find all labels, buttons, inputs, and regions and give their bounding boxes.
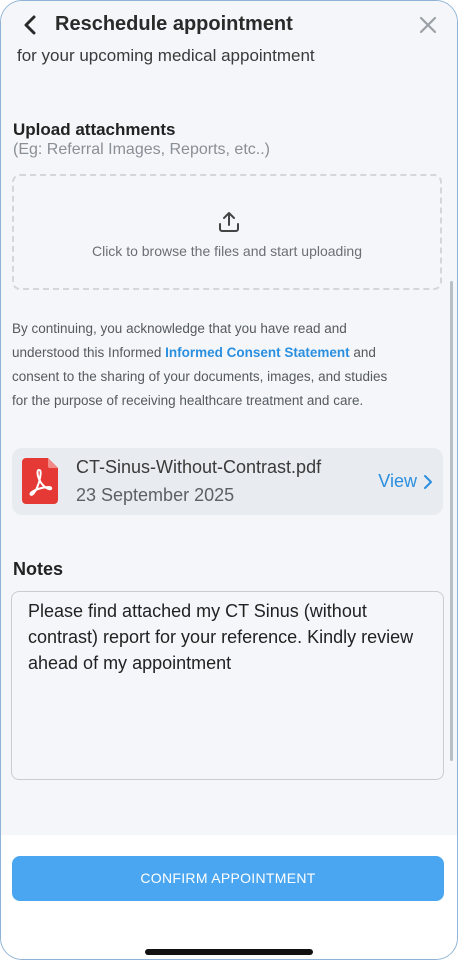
consent-statement-link[interactable]: Informed Consent Statement — [165, 345, 350, 360]
scrollbar[interactable] — [450, 281, 453, 761]
notes-label: Notes — [13, 559, 64, 579]
attachment-date: 23 September 2025 — [76, 485, 235, 505]
chevron-left-icon — [24, 15, 36, 35]
header-bar: Reschedule appointment — [1, 1, 457, 47]
attachment-file-name: CT-Sinus-Without-Contrast.pdf — [76, 457, 322, 477]
notes-textarea[interactable]: Please find attached my CT Sinus (withou… — [11, 591, 444, 780]
page-title: Reschedule appointment — [55, 13, 293, 35]
consent-text: By continuing, you acknowledge that you … — [12, 317, 402, 413]
upload-hint: (Eg: Referral Images, Reports, etc..) — [13, 141, 270, 158]
chevron-right-icon — [424, 474, 432, 489]
app-screen: for your upcoming medical appointment Re… — [0, 0, 458, 960]
upload-dropzone[interactable]: Click to browse the files and start uplo… — [12, 174, 442, 290]
dropzone-text: Click to browse the files and start uplo… — [91, 243, 363, 259]
close-icon — [419, 16, 437, 34]
attachment-card: CT-Sinus-Without-Contrast.pdf 23 Septemb… — [12, 448, 443, 515]
upload-title: Upload attachments — [13, 120, 176, 139]
pdf-file-icon — [22, 458, 58, 504]
back-button[interactable] — [15, 10, 45, 40]
view-attachment-button[interactable]: View — [378, 471, 433, 492]
upload-icon — [219, 212, 239, 232]
confirm-appointment-button[interactable]: CONFIRM APPOINTMENT — [12, 856, 444, 901]
home-indicator — [145, 949, 313, 955]
intro-subtitle: for your upcoming medical appointment — [17, 46, 315, 65]
close-button[interactable] — [415, 12, 441, 38]
view-label: View — [378, 471, 417, 491]
